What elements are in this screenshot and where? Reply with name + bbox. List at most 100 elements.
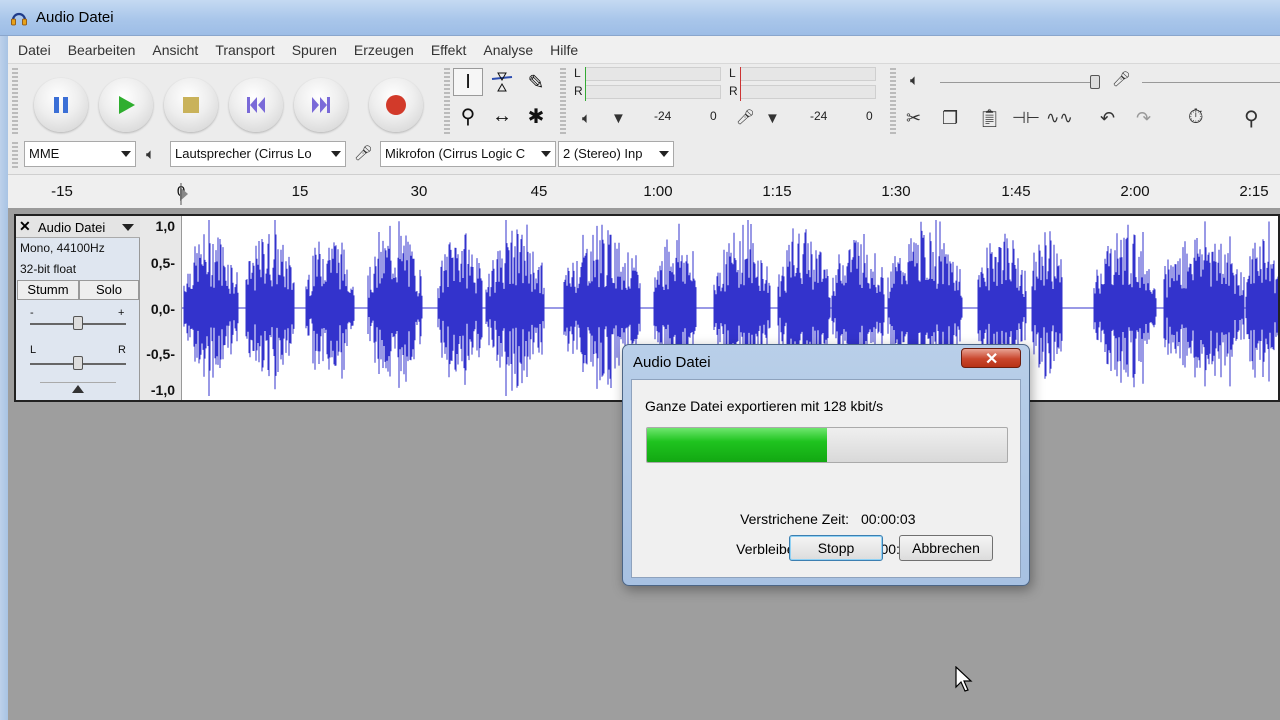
menu-effekt[interactable]: Effekt: [423, 42, 476, 58]
envelope-tool-button[interactable]: [487, 68, 517, 96]
track-name[interactable]: Audio Datei: [38, 220, 105, 235]
ruler-tick: 1:30: [881, 183, 911, 200]
rec-meter-right-label: R: [729, 84, 738, 98]
pan-slider-knob[interactable]: [73, 356, 83, 370]
output-volume-icon: 🔈︎: [910, 72, 920, 89]
toolbar-grip[interactable]: [12, 68, 18, 134]
multi-tool-button[interactable]: ✱: [521, 102, 551, 130]
record-button[interactable]: [369, 78, 423, 132]
pencil-icon: ✎: [527, 71, 545, 94]
solo-button[interactable]: Solo: [79, 280, 139, 300]
play-button[interactable]: [99, 78, 153, 132]
silence-icon[interactable]: ∿∿: [1046, 108, 1073, 128]
chevron-down-icon: [121, 151, 131, 157]
undo-icon[interactable]: ↶: [1100, 108, 1115, 129]
paste-icon[interactable]: 📋︎: [978, 108, 1001, 129]
gain-minus-label: -: [30, 307, 34, 319]
elapsed-time-label: Verstrichene Zeit:: [740, 511, 849, 527]
rec-meter-zero: 0: [866, 109, 873, 123]
track-bitdepth: 32-bit float: [20, 262, 77, 276]
menu-spuren[interactable]: Spuren: [284, 42, 346, 58]
redo-icon[interactable]: ↷: [1136, 108, 1151, 129]
microphone-icon: 🎤︎: [736, 109, 756, 126]
pause-button[interactable]: [34, 78, 88, 132]
menu-transport[interactable]: Transport: [207, 42, 283, 58]
rec-meter-min: -24: [810, 109, 828, 123]
copy-icon[interactable]: ❐: [942, 108, 958, 129]
output-volume-slider[interactable]: [940, 82, 1100, 83]
ruler-tick: 2:00: [1120, 183, 1150, 200]
speaker-icon: 🔈︎: [582, 110, 592, 127]
skip-end-button[interactable]: [294, 78, 348, 132]
draw-tool-button[interactable]: ✎: [521, 68, 551, 96]
skip-to-end-icon: [312, 97, 330, 113]
track-menu-arrow-icon[interactable]: [122, 224, 134, 231]
collapse-arrow-icon: [72, 385, 84, 393]
toolbar-grip[interactable]: [12, 142, 18, 168]
amplitude-ruler: 1,0 0,5- 0,0- -0,5- -1,0: [140, 216, 182, 400]
window-title: Audio Datei: [36, 9, 114, 26]
input-channels-value: 2 (Stereo) Inp: [563, 146, 643, 161]
menu-ansicht[interactable]: Ansicht: [144, 42, 207, 58]
track-control-panel: ✕ Audio Datei Mono, 44100Hz 32-bit float…: [16, 216, 140, 400]
menu-bearbeiten[interactable]: Bearbeiten: [60, 42, 145, 58]
input-channels-select[interactable]: 2 (Stereo) Inp: [558, 141, 674, 167]
gain-slider-knob[interactable]: [73, 316, 83, 330]
track-close-icon[interactable]: ✕: [19, 218, 31, 235]
input-device-select[interactable]: Mikrofon (Cirrus Logic C: [380, 141, 556, 167]
menu-bar: Datei Bearbeiten Ansicht Transport Spure…: [8, 36, 1280, 64]
ruler-tick: 1:15: [762, 183, 792, 200]
playback-meter-left[interactable]: [585, 67, 721, 81]
audacity-headphones-icon: [11, 12, 27, 26]
zoom-in-icon[interactable]: ⚲: [1244, 106, 1259, 131]
output-device-value: Lautsprecher (Cirrus Lo: [175, 146, 312, 161]
trim-icon[interactable]: ⊣⊢: [1012, 108, 1040, 128]
cut-icon[interactable]: ✂: [906, 108, 921, 129]
playback-meter-menu-arrow-icon[interactable]: ▼: [611, 110, 626, 127]
input-volume-slider[interactable]: [1142, 82, 1280, 83]
pan-left-label: L: [30, 344, 37, 356]
input-device-value: Mikrofon (Cirrus Logic C: [385, 146, 526, 161]
timeshift-tool-button[interactable]: ↔: [487, 102, 517, 130]
record-meter-right[interactable]: [740, 85, 876, 99]
toolbar-grip[interactable]: [890, 68, 896, 134]
toolbar-grip[interactable]: [444, 68, 450, 134]
window-frame-left: [0, 36, 8, 720]
scale-label: 1,0: [155, 218, 175, 234]
output-volume-knob[interactable]: [1090, 75, 1100, 89]
ruler-tick: 2:15: [1239, 183, 1269, 200]
stop-icon: [183, 97, 199, 113]
menu-analyse[interactable]: Analyse: [475, 42, 542, 58]
menu-erzeugen[interactable]: Erzeugen: [346, 42, 423, 58]
mute-button[interactable]: Stumm: [17, 280, 79, 300]
host-select[interactable]: MME: [24, 141, 136, 167]
timeline-ruler[interactable]: -15 0 15 30 45 1:00 1:15 1:30 1:45 2:00 …: [8, 174, 1280, 210]
export-progress-dialog: Audio Datei ✕ Ganze Datei exportieren mi…: [622, 344, 1030, 586]
skip-start-button[interactable]: [229, 78, 283, 132]
skip-to-start-icon: [247, 97, 265, 113]
chevron-down-icon: [659, 151, 669, 157]
stop-export-button[interactable]: Stopp: [789, 535, 883, 561]
gain-plus-label: +: [118, 307, 125, 319]
host-value: MME: [29, 146, 60, 161]
toolbar-grip[interactable]: [560, 68, 566, 134]
output-device-select[interactable]: Lautsprecher (Cirrus Lo: [170, 141, 346, 167]
playhead-marker-icon[interactable]: [180, 183, 188, 205]
zoom-tool-button[interactable]: ⚲: [453, 102, 483, 130]
record-meter-left[interactable]: [740, 67, 876, 81]
collapse-track-button[interactable]: [40, 382, 116, 400]
cancel-export-button[interactable]: Abbrechen: [899, 535, 993, 561]
playback-meter-right[interactable]: [585, 85, 721, 99]
menu-datei[interactable]: Datei: [10, 42, 60, 58]
record-meter-menu-arrow-icon[interactable]: ▼: [765, 110, 780, 127]
mouse-cursor-icon: [955, 666, 973, 692]
elapsed-time-value: 00:00:03: [861, 511, 916, 527]
dialog-close-button[interactable]: ✕: [961, 348, 1021, 368]
selection-tool-button[interactable]: I: [453, 68, 483, 96]
stop-button[interactable]: [164, 78, 218, 132]
pause-icon: [54, 97, 68, 113]
scale-label: 0,5-: [150, 255, 175, 271]
menu-hilfe[interactable]: Hilfe: [542, 42, 587, 58]
output-device-speaker-icon: 🔈︎: [146, 146, 156, 163]
sync-lock-icon[interactable]: ⏱: [1188, 106, 1204, 129]
